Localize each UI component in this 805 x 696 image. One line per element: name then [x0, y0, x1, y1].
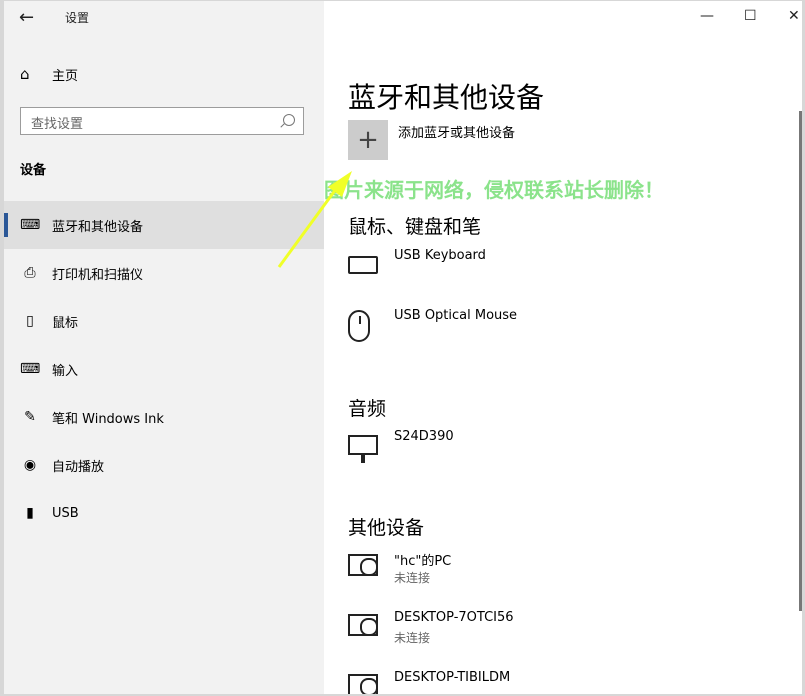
- add-device-button[interactable]: +: [348, 120, 388, 160]
- page-title: 蓝牙和其他设备: [348, 80, 545, 114]
- sidebar-item-pen[interactable]: ✎ 笔和 Windows Ink: [4, 393, 324, 441]
- usb-icon: ▮: [26, 505, 34, 521]
- sidebar: ← 设置 ⌂ 主页 查找设置 设备 ⌨ 蓝牙和其他设备 ⎙ 打印机和扫描仪 ▯ …: [4, 1, 324, 694]
- device-s24d390[interactable]: S24D390: [348, 429, 768, 469]
- device-name: DESKTOP-7OTCI56: [394, 610, 514, 625]
- mouse-icon: ▯: [26, 313, 34, 329]
- sidebar-item-label: 鼠标: [52, 315, 79, 331]
- window-controls: — ☐ ✕: [662, 1, 802, 35]
- device-name: "hc"的PC: [394, 554, 452, 569]
- keyboard-icon: ⌨: [20, 361, 41, 377]
- network-pc-icon: [348, 552, 382, 584]
- settings-search[interactable]: 查找设置: [20, 107, 304, 135]
- home-icon: ⌂: [20, 65, 30, 83]
- settings-window: ← 设置 ⌂ 主页 查找设置 设备 ⌨ 蓝牙和其他设备 ⎙ 打印机和扫描仪 ▯ …: [4, 1, 802, 694]
- autoplay-icon: ◉: [23, 457, 37, 473]
- sidebar-item-usb[interactable]: ▮ USB: [4, 489, 324, 537]
- section-title: 设备: [20, 163, 47, 178]
- sidebar-item-label: 蓝牙和其他设备: [52, 219, 144, 235]
- device-status: 未连接: [394, 571, 431, 585]
- sidebar-item-label: 输入: [52, 363, 79, 379]
- home-label: 主页: [52, 68, 79, 84]
- device-name: DESKTOP-TIBILDM: [394, 670, 511, 685]
- device-name: USB Keyboard: [394, 248, 486, 263]
- sidebar-item-label: 自动播放: [52, 459, 105, 475]
- bluetooth-devices-icon: ⌨: [20, 217, 41, 233]
- device-desktop-7otci56[interactable]: DESKTOP-7OTCI56 未连接: [348, 610, 768, 650]
- scrollbar[interactable]: [799, 111, 802, 611]
- sidebar-item-mouse[interactable]: ▯ 鼠标: [4, 297, 324, 345]
- group-title-other: 其他设备: [348, 517, 425, 539]
- device-usb-keyboard[interactable]: USB Keyboard: [348, 248, 768, 288]
- device-status: 未连接: [394, 631, 431, 645]
- sidebar-item-typing[interactable]: ⌨ 输入: [4, 345, 324, 393]
- search-icon[interactable]: [283, 114, 295, 126]
- device-name: S24D390: [394, 429, 454, 444]
- plus-icon: +: [357, 125, 379, 155]
- device-name: USB Optical Mouse: [394, 308, 518, 323]
- device-desktop-tibildm[interactable]: DESKTOP-TIBILDM: [348, 670, 768, 694]
- device-hc-pc[interactable]: "hc"的PC 未连接: [348, 550, 768, 590]
- sidebar-item-autoplay[interactable]: ◉ 自动播放: [4, 441, 324, 489]
- maximize-icon[interactable]: ☐: [744, 8, 757, 24]
- sidebar-item-label: 笔和 Windows Ink: [52, 411, 164, 427]
- close-icon[interactable]: ✕: [788, 8, 800, 24]
- search-placeholder: 查找设置: [31, 117, 84, 132]
- group-title-audio: 音频: [348, 398, 387, 420]
- sidebar-item-label: USB: [52, 505, 79, 521]
- add-device-label[interactable]: 添加蓝牙或其他设备: [398, 122, 515, 141]
- mouse-icon: [348, 310, 382, 342]
- app-title: 设置: [65, 11, 90, 25]
- title-bar: ← 设置: [4, 1, 324, 35]
- back-arrow-icon[interactable]: ←: [19, 7, 43, 29]
- sidebar-item-label: 打印机和扫描仪: [52, 267, 144, 283]
- monitor-icon: [348, 431, 382, 463]
- group-title-input-devices: 鼠标、键盘和笔: [348, 216, 482, 238]
- network-pc-icon: [348, 612, 382, 644]
- watermark-text: 图片来源于网络，侵权联系站长删除！: [324, 178, 664, 202]
- network-pc-icon: [348, 672, 382, 694]
- annotation-arrow-icon: [277, 171, 352, 268]
- device-usb-mouse[interactable]: USB Optical Mouse: [348, 308, 768, 348]
- printer-icon: ⎙: [24, 265, 36, 281]
- pen-icon: ✎: [24, 409, 36, 425]
- main-panel: — ☐ ✕ 蓝牙和其他设备 + 添加蓝牙或其他设备 图片来源于网络，侵权联系站长…: [324, 1, 802, 694]
- home-nav[interactable]: ⌂ 主页: [20, 63, 78, 85]
- minimize-icon[interactable]: —: [700, 8, 714, 24]
